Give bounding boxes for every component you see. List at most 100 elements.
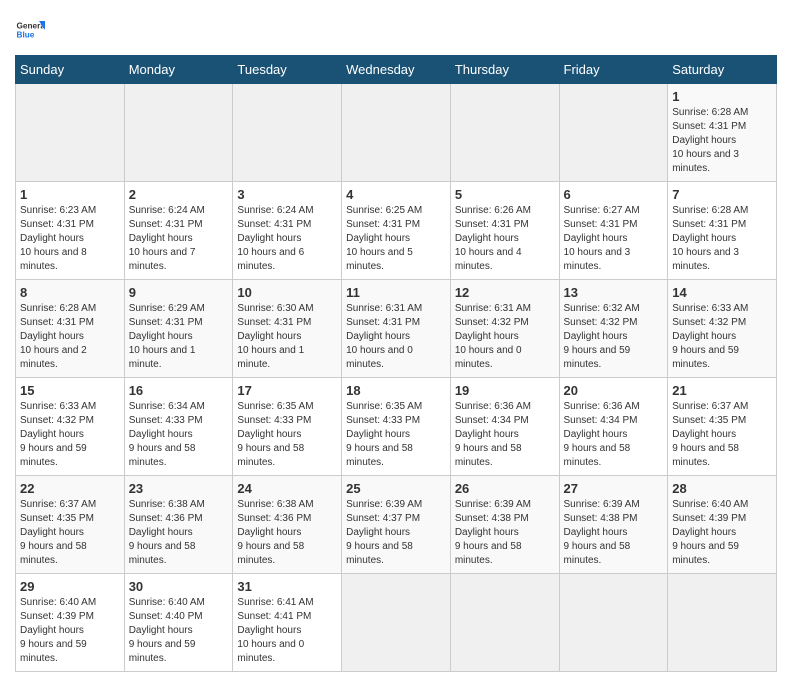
day-info: Sunrise: 6:33 AMSunset: 4:32 PMDaylight … xyxy=(672,302,772,372)
logo-icon: General Blue xyxy=(15,15,45,45)
day-info: Sunrise: 6:32 AMSunset: 4:32 PMDaylight … xyxy=(564,302,664,372)
calendar-cell: 1 Sunrise: 6:23 AMSunset: 4:31 PMDaylight… xyxy=(16,182,125,280)
calendar-table: SundayMondayTuesdayWednesdayThursdayFrid… xyxy=(15,55,777,672)
day-number: 12 xyxy=(455,285,555,300)
day-info: Sunrise: 6:38 AMSunset: 4:36 PMDaylight … xyxy=(237,498,337,568)
calendar-cell xyxy=(342,84,451,182)
page-header: General Blue xyxy=(15,15,777,45)
weekday-header-wednesday: Wednesday xyxy=(342,56,451,84)
day-info: Sunrise: 6:39 AMSunset: 4:37 PMDaylight … xyxy=(346,498,446,568)
day-number: 9 xyxy=(129,285,229,300)
calendar-week-row: 29 Sunrise: 6:40 AMSunset: 4:39 PMDayligh… xyxy=(16,574,777,672)
calendar-cell: 5Sunrise: 6:26 AMSunset: 4:31 PMDaylight… xyxy=(450,182,559,280)
weekday-header-thursday: Thursday xyxy=(450,56,559,84)
calendar-cell: 15Sunrise: 6:33 AMSunset: 4:32 PMDayligh… xyxy=(16,378,125,476)
day-info: Sunrise: 6:36 AMSunset: 4:34 PMDaylight … xyxy=(564,400,664,470)
svg-text:Blue: Blue xyxy=(17,31,35,40)
calendar-week-row: 22 Sunrise: 6:37 AMSunset: 4:35 PMDayligh… xyxy=(16,476,777,574)
day-number: 16 xyxy=(129,383,229,398)
calendar-cell: 23 Sunrise: 6:38 AMSunset: 4:36 PMDayligh… xyxy=(124,476,233,574)
calendar-cell: 29 Sunrise: 6:40 AMSunset: 4:39 PMDayligh… xyxy=(16,574,125,672)
day-number: 27 xyxy=(564,481,664,496)
day-number: 31 xyxy=(237,579,337,594)
day-info: Sunrise: 6:35 AMSunset: 4:33 PMDaylight … xyxy=(346,400,446,470)
calendar-cell: 18 Sunrise: 6:35 AMSunset: 4:33 PMDayligh… xyxy=(342,378,451,476)
day-number: 29 xyxy=(20,579,120,594)
calendar-cell xyxy=(233,84,342,182)
day-number: 2 xyxy=(129,187,229,202)
day-info: Sunrise: 6:40 AMSunset: 4:40 PMDaylight … xyxy=(129,596,229,666)
calendar-cell: 28Sunrise: 6:40 AMSunset: 4:39 PMDayligh… xyxy=(668,476,777,574)
calendar-cell xyxy=(559,574,668,672)
day-info: Sunrise: 6:24 AMSunset: 4:31 PMDaylight … xyxy=(237,204,337,274)
calendar-cell: 31 Sunrise: 6:41 AMSunset: 4:41 PMDayligh… xyxy=(233,574,342,672)
calendar-cell: 7Sunrise: 6:28 AMSunset: 4:31 PMDaylight… xyxy=(668,182,777,280)
calendar-week-row: 1 Sunrise: 6:28 AMSunset: 4:31 PMDaylight… xyxy=(16,84,777,182)
logo: General Blue xyxy=(15,15,45,45)
calendar-week-row: 15Sunrise: 6:33 AMSunset: 4:32 PMDayligh… xyxy=(16,378,777,476)
weekday-header-friday: Friday xyxy=(559,56,668,84)
day-info: Sunrise: 6:41 AMSunset: 4:41 PMDaylight … xyxy=(237,596,337,666)
calendar-cell: 22 Sunrise: 6:37 AMSunset: 4:35 PMDayligh… xyxy=(16,476,125,574)
calendar-cell: 4 Sunrise: 6:25 AMSunset: 4:31 PMDaylight… xyxy=(342,182,451,280)
day-info: Sunrise: 6:37 AMSunset: 4:35 PMDaylight … xyxy=(20,498,120,568)
weekday-header-monday: Monday xyxy=(124,56,233,84)
calendar-cell: 11 Sunrise: 6:31 AMSunset: 4:31 PMDayligh… xyxy=(342,280,451,378)
day-number: 11 xyxy=(346,285,446,300)
day-number: 13 xyxy=(564,285,664,300)
day-info: Sunrise: 6:28 AMSunset: 4:31 PMDaylight … xyxy=(672,106,772,176)
calendar-cell: 9 Sunrise: 6:29 AMSunset: 4:31 PMDaylight… xyxy=(124,280,233,378)
calendar-header-row: SundayMondayTuesdayWednesdayThursdayFrid… xyxy=(16,56,777,84)
day-info: Sunrise: 6:31 AMSunset: 4:31 PMDaylight … xyxy=(346,302,446,372)
calendar-cell: 13 Sunrise: 6:32 AMSunset: 4:32 PMDayligh… xyxy=(559,280,668,378)
day-info: Sunrise: 6:30 AMSunset: 4:31 PMDaylight … xyxy=(237,302,337,372)
day-info: Sunrise: 6:28 AMSunset: 4:31 PMDaylight … xyxy=(20,302,120,372)
day-number: 25 xyxy=(346,481,446,496)
day-info: Sunrise: 6:40 AMSunset: 4:39 PMDaylight … xyxy=(20,596,120,666)
day-info: Sunrise: 6:31 AMSunset: 4:32 PMDaylight … xyxy=(455,302,555,372)
day-number: 17 xyxy=(237,383,337,398)
day-number: 30 xyxy=(129,579,229,594)
calendar-cell xyxy=(450,84,559,182)
day-info: Sunrise: 6:28 AMSunset: 4:31 PMDaylight … xyxy=(672,204,772,274)
day-number: 24 xyxy=(237,481,337,496)
day-info: Sunrise: 6:23 AMSunset: 4:31 PMDaylight … xyxy=(20,204,120,274)
day-info: Sunrise: 6:35 AMSunset: 4:33 PMDaylight … xyxy=(237,400,337,470)
day-number: 28 xyxy=(672,481,772,496)
calendar-cell: 8Sunrise: 6:28 AMSunset: 4:31 PMDaylight… xyxy=(16,280,125,378)
day-number: 1 xyxy=(20,187,120,202)
day-number: 26 xyxy=(455,481,555,496)
calendar-cell: 10Sunrise: 6:30 AMSunset: 4:31 PMDayligh… xyxy=(233,280,342,378)
day-info: Sunrise: 6:29 AMSunset: 4:31 PMDaylight … xyxy=(129,302,229,372)
calendar-cell: 24 Sunrise: 6:38 AMSunset: 4:36 PMDayligh… xyxy=(233,476,342,574)
day-info: Sunrise: 6:25 AMSunset: 4:31 PMDaylight … xyxy=(346,204,446,274)
day-info: Sunrise: 6:38 AMSunset: 4:36 PMDaylight … xyxy=(129,498,229,568)
calendar-cell: 16Sunrise: 6:34 AMSunset: 4:33 PMDayligh… xyxy=(124,378,233,476)
day-number: 5 xyxy=(455,187,555,202)
day-info: Sunrise: 6:27 AMSunset: 4:31 PMDaylight … xyxy=(564,204,664,274)
weekday-header-saturday: Saturday xyxy=(668,56,777,84)
calendar-cell xyxy=(342,574,451,672)
day-info: Sunrise: 6:37 AMSunset: 4:35 PMDaylight … xyxy=(672,400,772,470)
day-number: 15 xyxy=(20,383,120,398)
day-number: 1 xyxy=(672,89,772,104)
calendar-cell: 19Sunrise: 6:36 AMSunset: 4:34 PMDayligh… xyxy=(450,378,559,476)
day-number: 22 xyxy=(20,481,120,496)
calendar-cell: 3 Sunrise: 6:24 AMSunset: 4:31 PMDaylight… xyxy=(233,182,342,280)
calendar-cell xyxy=(16,84,125,182)
calendar-week-row: 1 Sunrise: 6:23 AMSunset: 4:31 PMDaylight… xyxy=(16,182,777,280)
day-number: 23 xyxy=(129,481,229,496)
day-info: Sunrise: 6:39 AMSunset: 4:38 PMDaylight … xyxy=(455,498,555,568)
calendar-cell: 26 Sunrise: 6:39 AMSunset: 4:38 PMDayligh… xyxy=(450,476,559,574)
day-info: Sunrise: 6:39 AMSunset: 4:38 PMDaylight … xyxy=(564,498,664,568)
day-info: Sunrise: 6:24 AMSunset: 4:31 PMDaylight … xyxy=(129,204,229,274)
day-number: 4 xyxy=(346,187,446,202)
day-number: 6 xyxy=(564,187,664,202)
day-number: 18 xyxy=(346,383,446,398)
calendar-cell: 25 Sunrise: 6:39 AMSunset: 4:37 PMDayligh… xyxy=(342,476,451,574)
calendar-cell: 12 Sunrise: 6:31 AMSunset: 4:32 PMDayligh… xyxy=(450,280,559,378)
weekday-header-sunday: Sunday xyxy=(16,56,125,84)
calendar-cell: 21Sunrise: 6:37 AMSunset: 4:35 PMDayligh… xyxy=(668,378,777,476)
day-number: 3 xyxy=(237,187,337,202)
calendar-cell xyxy=(124,84,233,182)
